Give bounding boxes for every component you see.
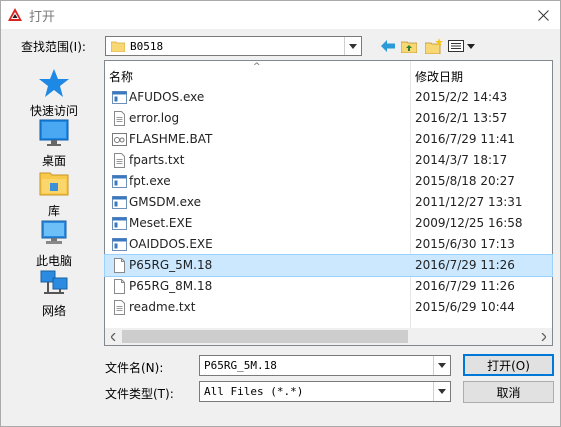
chevron-left-icon (111, 332, 116, 341)
place-network[interactable]: 网络 (15, 267, 93, 319)
column-header: ^ 名称 修改日期 (105, 61, 552, 87)
app-icon (8, 8, 22, 21)
batch-file-icon (112, 132, 127, 147)
view-menu-icon (447, 40, 475, 52)
column-date-header[interactable]: 修改日期 (415, 68, 463, 85)
file-list[interactable]: ^ 名称 修改日期 AFUDOS.exe 2015/2/2 14:43 error.… (104, 60, 553, 346)
chevron-down-icon (438, 363, 446, 368)
chevron-down-icon (349, 43, 357, 49)
filetype-select[interactable]: All Files (*.*) (199, 381, 451, 402)
file-row[interactable]: readme.txt 2015/6/29 10:44 (105, 297, 552, 318)
scroll-thumb[interactable] (122, 330, 408, 343)
file-row[interactable]: OAIDDOS.EXE 2015/6/30 17:13 (105, 234, 552, 255)
file-date: 2009/12/25 16:58 (415, 216, 523, 230)
file-date: 2015/6/30 17:13 (415, 237, 515, 251)
close-button[interactable] (526, 1, 560, 29)
file-date: 2016/2/1 13:57 (415, 111, 508, 125)
file-icon (112, 258, 127, 273)
file-name: GMSDM.exe (129, 195, 201, 209)
place-this-pc[interactable]: 此电脑 (15, 217, 93, 269)
file-row[interactable]: P65RG_5M.18 2016/7/29 11:26 (104, 254, 553, 277)
filename-input[interactable]: P65RG_5M.18 (199, 355, 451, 376)
place-quick-access[interactable]: 快速访问 (15, 67, 93, 119)
file-name: P65RG_8M.18 (129, 279, 213, 293)
scroll-left-button[interactable] (105, 328, 122, 345)
file-date: 2015/8/18 20:27 (415, 174, 515, 188)
place-library[interactable]: 库 (15, 167, 93, 219)
file-name: OAIDDOS.EXE (129, 237, 213, 251)
file-date: 2011/12/27 13:31 (415, 195, 523, 209)
window-title: 打开 (29, 10, 56, 25)
column-name-header[interactable]: 名称 (109, 68, 133, 85)
file-name: fpt.exe (129, 174, 171, 188)
exe-file-icon (112, 174, 127, 189)
back-button[interactable] (379, 37, 397, 55)
filename-value: P65RG_5M.18 (204, 359, 277, 372)
file-name: AFUDOS.exe (129, 90, 205, 104)
exe-file-icon (112, 237, 127, 252)
file-date: 2015/6/29 10:44 (415, 300, 515, 314)
chevron-right-icon (541, 332, 546, 341)
new-folder-button[interactable] (424, 37, 444, 55)
file-row[interactable]: AFUDOS.exe 2015/2/2 14:43 (105, 87, 552, 108)
filetype-label: 文件类型(T): (105, 387, 174, 401)
network-icon (40, 270, 68, 294)
up-folder-icon (401, 41, 417, 53)
file-name: error.log (129, 111, 180, 125)
file-date: 2016/7/29 11:41 (415, 132, 515, 146)
back-arrow-icon (381, 40, 395, 52)
file-row[interactable]: fparts.txt 2014/3/7 18:17 (105, 150, 552, 171)
filename-label: 文件名(N): (105, 361, 164, 375)
filetype-value: All Files (*.*) (204, 385, 304, 398)
lookin-combo[interactable]: B0518 (105, 36, 362, 56)
file-date: 2014/3/7 18:17 (415, 153, 508, 167)
file-name: readme.txt (129, 300, 196, 314)
scroll-right-button[interactable] (535, 328, 552, 345)
view-menu-button[interactable] (447, 37, 475, 55)
place-label: 网络 (41, 304, 66, 318)
file-row[interactable]: error.log 2016/2/1 13:57 (105, 108, 552, 129)
file-date: 2016/7/29 11:26 (415, 258, 515, 272)
file-date: 2016/7/29 11:26 (415, 279, 515, 293)
file-date: 2015/2/2 14:43 (415, 90, 508, 104)
file-row[interactable]: GMSDM.exe 2011/12/27 13:31 (105, 192, 552, 213)
title-bar[interactable]: 打开 (1, 1, 560, 29)
exe-file-icon (112, 90, 127, 105)
file-row[interactable]: fpt.exe 2015/8/18 20:27 (105, 171, 552, 192)
folder-icon (111, 41, 125, 52)
new-folder-icon (425, 38, 443, 54)
file-row[interactable]: P65RG_8M.18 2016/7/29 11:26 (105, 276, 552, 297)
text-file-icon (112, 153, 127, 168)
place-desktop[interactable]: 桌面 (15, 117, 93, 169)
computer-icon (41, 220, 67, 244)
up-folder-button[interactable] (400, 37, 418, 55)
horizontal-scrollbar[interactable] (105, 328, 552, 345)
lookin-value: B0518 (130, 40, 164, 53)
file-name: Meset.EXE (129, 216, 193, 230)
open-button[interactable]: 打开(O) (463, 354, 554, 376)
file-name: FLASHME.BAT (129, 132, 213, 146)
text-file-icon (112, 300, 127, 315)
file-name: P65RG_5M.18 (129, 258, 213, 272)
filename-dropdown-button[interactable] (433, 356, 450, 375)
lookin-label: 查找范围(I): (21, 40, 86, 54)
lookin-dropdown-button[interactable] (344, 37, 361, 55)
chevron-down-icon (438, 389, 446, 394)
exe-file-icon (112, 216, 127, 231)
exe-file-icon (112, 195, 127, 210)
desktop-icon (39, 119, 69, 146)
library-icon (39, 172, 69, 196)
star-icon (39, 69, 69, 97)
cancel-button[interactable]: 取消 (463, 381, 554, 403)
file-row[interactable]: Meset.EXE 2009/12/25 16:58 (105, 213, 552, 234)
file-row[interactable]: FLASHME.BAT 2016/7/29 11:41 (105, 129, 552, 150)
open-file-dialog: 打开 查找范围(I): B0518 快速访问 桌面 库 此电脑 网络 ^ 名称 … (0, 0, 561, 427)
text-file-icon (112, 111, 127, 126)
file-icon (112, 279, 127, 294)
sort-up-icon: ^ (253, 62, 261, 72)
file-rows: AFUDOS.exe 2015/2/2 14:43 error.log 2016/2/… (104, 87, 553, 318)
close-icon (537, 9, 549, 21)
filetype-dropdown-button[interactable] (433, 382, 450, 401)
file-name: fparts.txt (129, 153, 185, 167)
